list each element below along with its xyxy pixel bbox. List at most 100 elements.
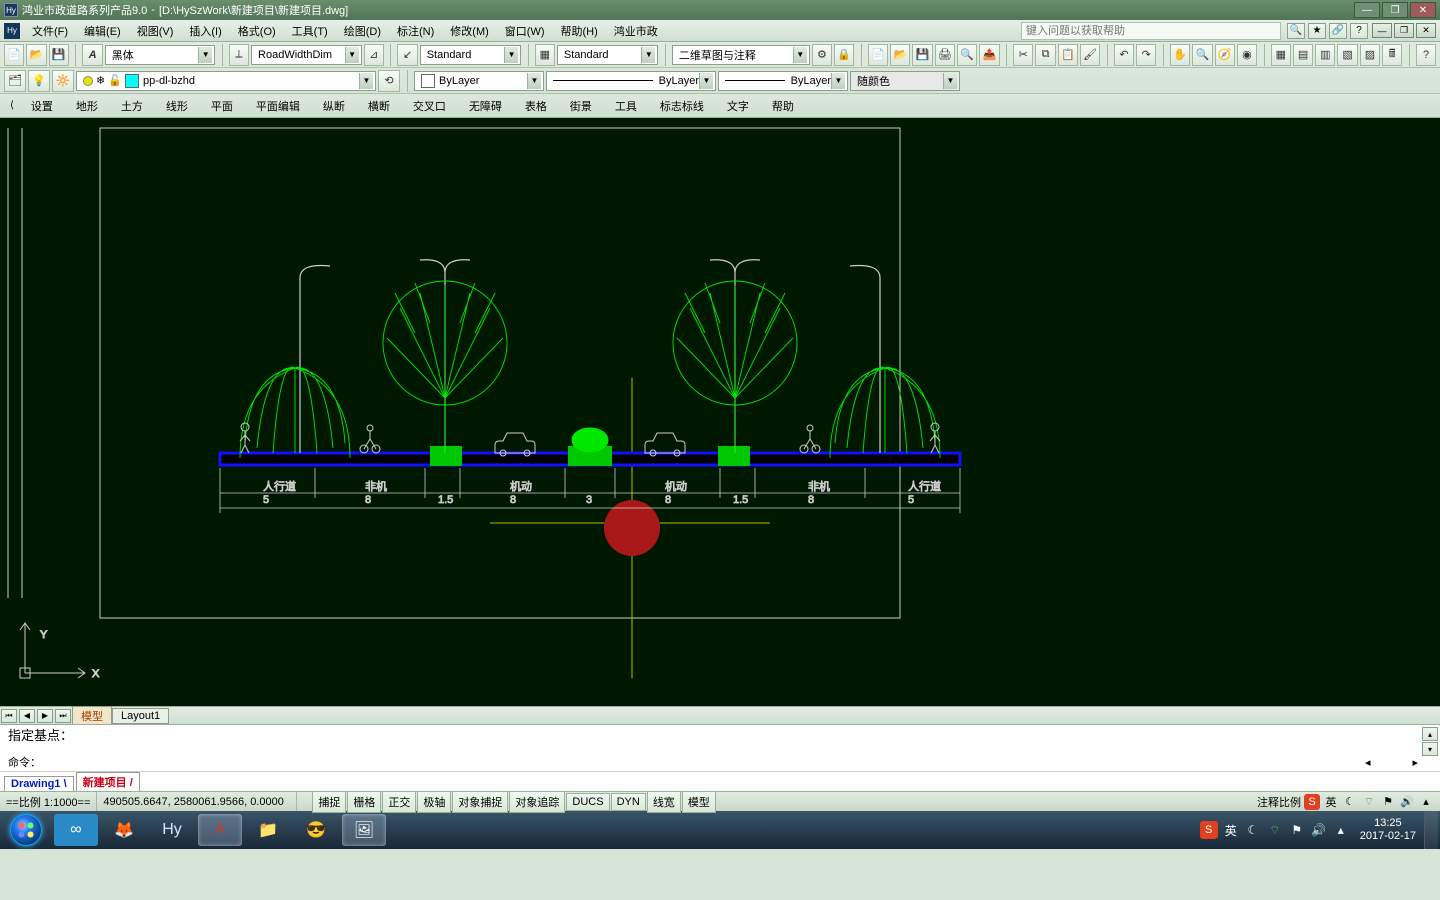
helpq-icon[interactable]: ? <box>1416 44 1436 66</box>
toggle-otrack[interactable]: 对象追踪 <box>509 791 565 813</box>
start-button[interactable] <box>0 811 52 849</box>
tab-xsection[interactable]: 横断 <box>358 95 400 117</box>
task-explorer[interactable]: 📁 <box>246 814 290 846</box>
orbit-icon[interactable]: ◉ <box>1237 44 1257 66</box>
nav-icon[interactable]: 🧭 <box>1215 44 1235 66</box>
task-app-3[interactable]: Hy <box>150 814 194 846</box>
tab-help[interactable]: 帮助 <box>762 95 804 117</box>
menu-hongye[interactable]: 鸿业市政 <box>606 20 666 41</box>
standard2-combo[interactable]: Standard▼ <box>557 45 658 65</box>
toggle-ducs[interactable]: DUCS <box>566 793 609 811</box>
publish-icon[interactable]: 📤 <box>979 44 999 66</box>
dwg-tab-1[interactable]: Drawing1 \ <box>4 776 74 791</box>
color-combo[interactable]: ByLayer▼ <box>414 71 544 91</box>
tray-chevron-icon[interactable]: ▴ <box>1332 821 1350 839</box>
textstyle-icon[interactable]: A <box>82 44 102 66</box>
ws-gear-icon[interactable]: ⚙ <box>812 44 832 66</box>
open2-icon[interactable]: 📂 <box>890 44 910 66</box>
menu-insert[interactable]: 插入(I) <box>181 20 229 41</box>
redo-icon[interactable]: ↷ <box>1136 44 1156 66</box>
roadwidth-combo[interactable]: RoadWidthDim▼ <box>251 45 362 65</box>
help-more-icon[interactable]: ? <box>1350 23 1368 39</box>
vol-icon[interactable]: 🔊 <box>1399 794 1415 810</box>
tab-terrain[interactable]: 地形 <box>66 95 108 117</box>
flag-icon[interactable]: ⚑ <box>1380 794 1396 810</box>
task-app-6[interactable]: 🖼 <box>342 814 386 846</box>
task-app-5[interactable]: 😎 <box>294 814 338 846</box>
lineweight-combo[interactable]: ByLayer▼ <box>718 71 848 91</box>
ssm-icon[interactable]: ▧ <box>1337 44 1357 66</box>
help-link-icon[interactable]: 🔗 <box>1329 23 1347 39</box>
tray-vol-icon[interactable]: 🔊 <box>1310 821 1328 839</box>
open-icon[interactable]: 📂 <box>26 44 46 66</box>
cmd-scroll-left[interactable]: ◂ <box>1365 756 1371 769</box>
layermgr-icon[interactable]: 🗂 <box>4 70 26 92</box>
new-icon[interactable]: 📄 <box>4 44 24 66</box>
layeriso-icon[interactable]: 💡 <box>28 70 50 92</box>
layout-prev-icon[interactable]: ◀ <box>19 709 35 723</box>
menu-file[interactable]: 文件(F) <box>24 20 76 41</box>
ime-icon[interactable]: S <box>1304 794 1320 810</box>
tray-ime-icon[interactable]: S <box>1200 821 1218 839</box>
save-icon[interactable]: 💾 <box>49 44 69 66</box>
font-combo[interactable]: 黑体▼ <box>105 45 216 65</box>
toggle-ortho[interactable]: 正交 <box>382 791 416 813</box>
cmd-scroll-right[interactable]: ▸ <box>1412 756 1418 769</box>
tab-settings[interactable]: 设置 <box>21 95 63 117</box>
help-fav-icon[interactable]: ★ <box>1308 23 1326 39</box>
ws-save-icon[interactable]: 🔒 <box>834 44 854 66</box>
tray-wifi-icon[interactable]: ⌔ <box>1266 821 1284 839</box>
cut-icon[interactable]: ✂ <box>1013 44 1033 66</box>
pan-icon[interactable]: ✋ <box>1170 44 1190 66</box>
calc-icon[interactable]: 🖩 <box>1382 44 1402 66</box>
tab-intersection[interactable]: 交叉口 <box>403 95 456 117</box>
layout1-tab[interactable]: Layout1 <box>112 708 169 724</box>
tab-plan[interactable]: 平面 <box>201 95 243 117</box>
cmd-prompt[interactable]: 命令： <box>8 757 41 769</box>
task-app-1[interactable]: ∞ <box>54 814 98 846</box>
menu-view[interactable]: 视图(V) <box>129 20 182 41</box>
tray-clock[interactable]: 13:25 2017-02-17 <box>1352 817 1424 843</box>
markup-icon[interactable]: ▨ <box>1360 44 1380 66</box>
tab-tools[interactable]: 工具 <box>605 95 647 117</box>
toggle-grid[interactable]: 栅格 <box>347 791 381 813</box>
close-button[interactable]: ✕ <box>1410 2 1436 18</box>
tab-planedit[interactable]: 平面编辑 <box>246 95 310 117</box>
tray-lang-icon[interactable]: 英 <box>1222 821 1240 839</box>
matchprop-icon[interactable]: 🖌 <box>1080 44 1100 66</box>
help-search[interactable] <box>1021 22 1281 40</box>
plotstyle-combo[interactable]: 随颜色▼ <box>850 71 960 91</box>
task-app-4[interactable]: A <box>198 814 242 846</box>
task-app-2[interactable]: 🦊 <box>102 814 146 846</box>
mleader-icon[interactable]: ↙ <box>397 44 417 66</box>
show-desktop-button[interactable] <box>1424 811 1438 849</box>
copy-icon[interactable]: ⧉ <box>1035 44 1055 66</box>
save2-icon[interactable]: 💾 <box>912 44 932 66</box>
menu-edit[interactable]: 编辑(E) <box>76 20 129 41</box>
status-scale[interactable]: ==比例 1:1000== <box>0 792 97 811</box>
menu-window[interactable]: 窗口(W) <box>497 20 553 41</box>
dim-tool-icon[interactable]: ⊿ <box>364 44 384 66</box>
props-icon[interactable]: ▦ <box>1271 44 1291 66</box>
workspace-combo[interactable]: 二维草图与注释▼ <box>672 45 810 65</box>
tab-alignment[interactable]: 线形 <box>156 95 198 117</box>
standard-combo[interactable]: Standard▼ <box>420 45 521 65</box>
tab-profile[interactable]: 纵断 <box>313 95 355 117</box>
doc-close-button[interactable]: ✕ <box>1416 23 1436 38</box>
minimize-button[interactable]: — <box>1354 2 1380 18</box>
toggle-polar[interactable]: 极轴 <box>417 791 451 813</box>
toggle-snap[interactable]: 捕捉 <box>312 791 346 813</box>
layeroff-icon[interactable]: 🔆 <box>52 70 74 92</box>
tab-markings[interactable]: 标志标线 <box>650 95 714 117</box>
layout-last-icon[interactable]: ⏭ <box>55 709 71 723</box>
menu-draw[interactable]: 绘图(D) <box>336 20 389 41</box>
tray-action-icon[interactable]: ⚑ <box>1288 821 1306 839</box>
moon-icon[interactable]: ☾ <box>1342 794 1358 810</box>
dcenter-icon[interactable]: ▤ <box>1293 44 1313 66</box>
menu-format[interactable]: 格式(O) <box>230 20 284 41</box>
cmd-scroll-down[interactable]: ▾ <box>1422 742 1438 756</box>
table-icon[interactable]: ▦ <box>535 44 555 66</box>
restore-button[interactable]: ❐ <box>1382 2 1408 18</box>
tab-tables[interactable]: 表格 <box>515 95 557 117</box>
layerprev-icon[interactable]: ⟲ <box>378 70 400 92</box>
